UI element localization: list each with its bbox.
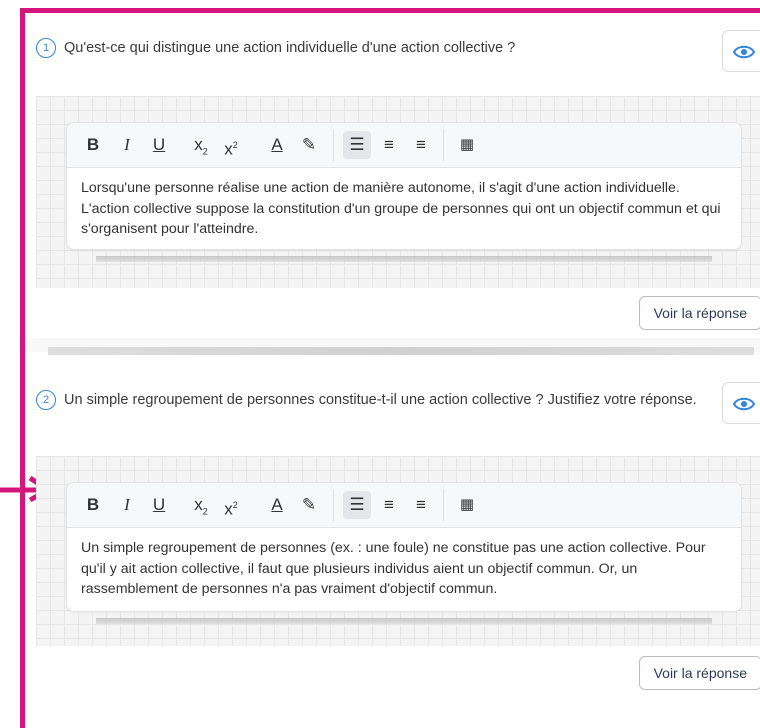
- section-divider: [48, 347, 754, 355]
- underline-icon[interactable]: U: [145, 131, 173, 159]
- scrollbar-shadow: [96, 618, 712, 624]
- subscript-icon[interactable]: x2: [187, 131, 215, 159]
- align-right-icon[interactable]: ≡: [407, 491, 435, 519]
- align-left-icon[interactable]: ☰: [343, 491, 371, 519]
- answer-area-2: B I U x2 x2 A ✎ ☰ ≡ ≡ ▦ Un simple regrou…: [36, 456, 760, 646]
- editor-content[interactable]: Lorsqu'une personne réalise une action d…: [67, 168, 741, 250]
- rich-text-editor-2[interactable]: B I U x2 x2 A ✎ ☰ ≡ ≡ ▦ Un simple regrou…: [66, 482, 742, 612]
- italic-icon[interactable]: I: [113, 491, 141, 519]
- align-left-icon[interactable]: ☰: [343, 131, 371, 159]
- superscript-icon[interactable]: x2: [217, 491, 245, 519]
- rich-text-editor-1[interactable]: B I U x2 x2 A ✎ ☰ ≡ ≡ ▦ Lorsqu'une perso…: [66, 122, 742, 250]
- italic-icon[interactable]: I: [113, 131, 141, 159]
- table-icon[interactable]: ▦: [453, 491, 481, 519]
- align-center-icon[interactable]: ≡: [375, 131, 403, 159]
- show-preview-button[interactable]: [722, 30, 760, 72]
- toolbar-divider: [333, 129, 334, 161]
- question-text: Qu'est-ce qui distingue une action indiv…: [64, 40, 516, 56]
- highlighter-icon[interactable]: ✎: [295, 131, 323, 159]
- eye-icon: [733, 45, 755, 59]
- bold-icon[interactable]: B: [79, 491, 107, 519]
- editor-toolbar: B I U x2 x2 A ✎ ☰ ≡ ≡ ▦: [67, 123, 741, 168]
- question-1: 1 Qu'est-ce qui distingue une action indi…: [36, 36, 760, 60]
- toolbar-divider: [443, 489, 444, 521]
- font-color-icon[interactable]: A: [263, 491, 291, 519]
- scrollbar-shadow: [96, 256, 712, 262]
- table-icon[interactable]: ▦: [453, 131, 481, 159]
- toolbar-divider: [333, 489, 334, 521]
- answer-area-1: B I U x2 x2 A ✎ ☰ ≡ ≡ ▦ Lorsqu'une perso…: [36, 96, 760, 288]
- align-center-icon[interactable]: ≡: [375, 491, 403, 519]
- question-2: 2 Un simple regroupement de personnes con…: [36, 388, 716, 412]
- question-text: Un simple regroupement de personnes cons…: [64, 392, 697, 408]
- subscript-icon[interactable]: x2: [187, 491, 215, 519]
- highlighter-icon[interactable]: ✎: [295, 491, 323, 519]
- align-right-icon[interactable]: ≡: [407, 131, 435, 159]
- question-number-badge: 1: [36, 38, 56, 58]
- show-answer-button-2[interactable]: Voir la réponse: [638, 656, 760, 690]
- superscript-icon[interactable]: x2: [217, 131, 245, 159]
- toolbar-divider: [443, 129, 444, 161]
- question-number-badge: 2: [36, 390, 56, 410]
- font-color-icon[interactable]: A: [263, 131, 291, 159]
- editor-toolbar: B I U x2 x2 A ✎ ☰ ≡ ≡ ▦: [67, 483, 741, 528]
- editor-content[interactable]: Un simple regroupement de personnes (ex.…: [67, 528, 741, 610]
- show-answer-button-1[interactable]: Voir la réponse: [638, 296, 760, 330]
- eye-icon: [733, 397, 755, 411]
- underline-icon[interactable]: U: [145, 491, 173, 519]
- bold-icon[interactable]: B: [79, 131, 107, 159]
- show-preview-button[interactable]: [722, 382, 760, 424]
